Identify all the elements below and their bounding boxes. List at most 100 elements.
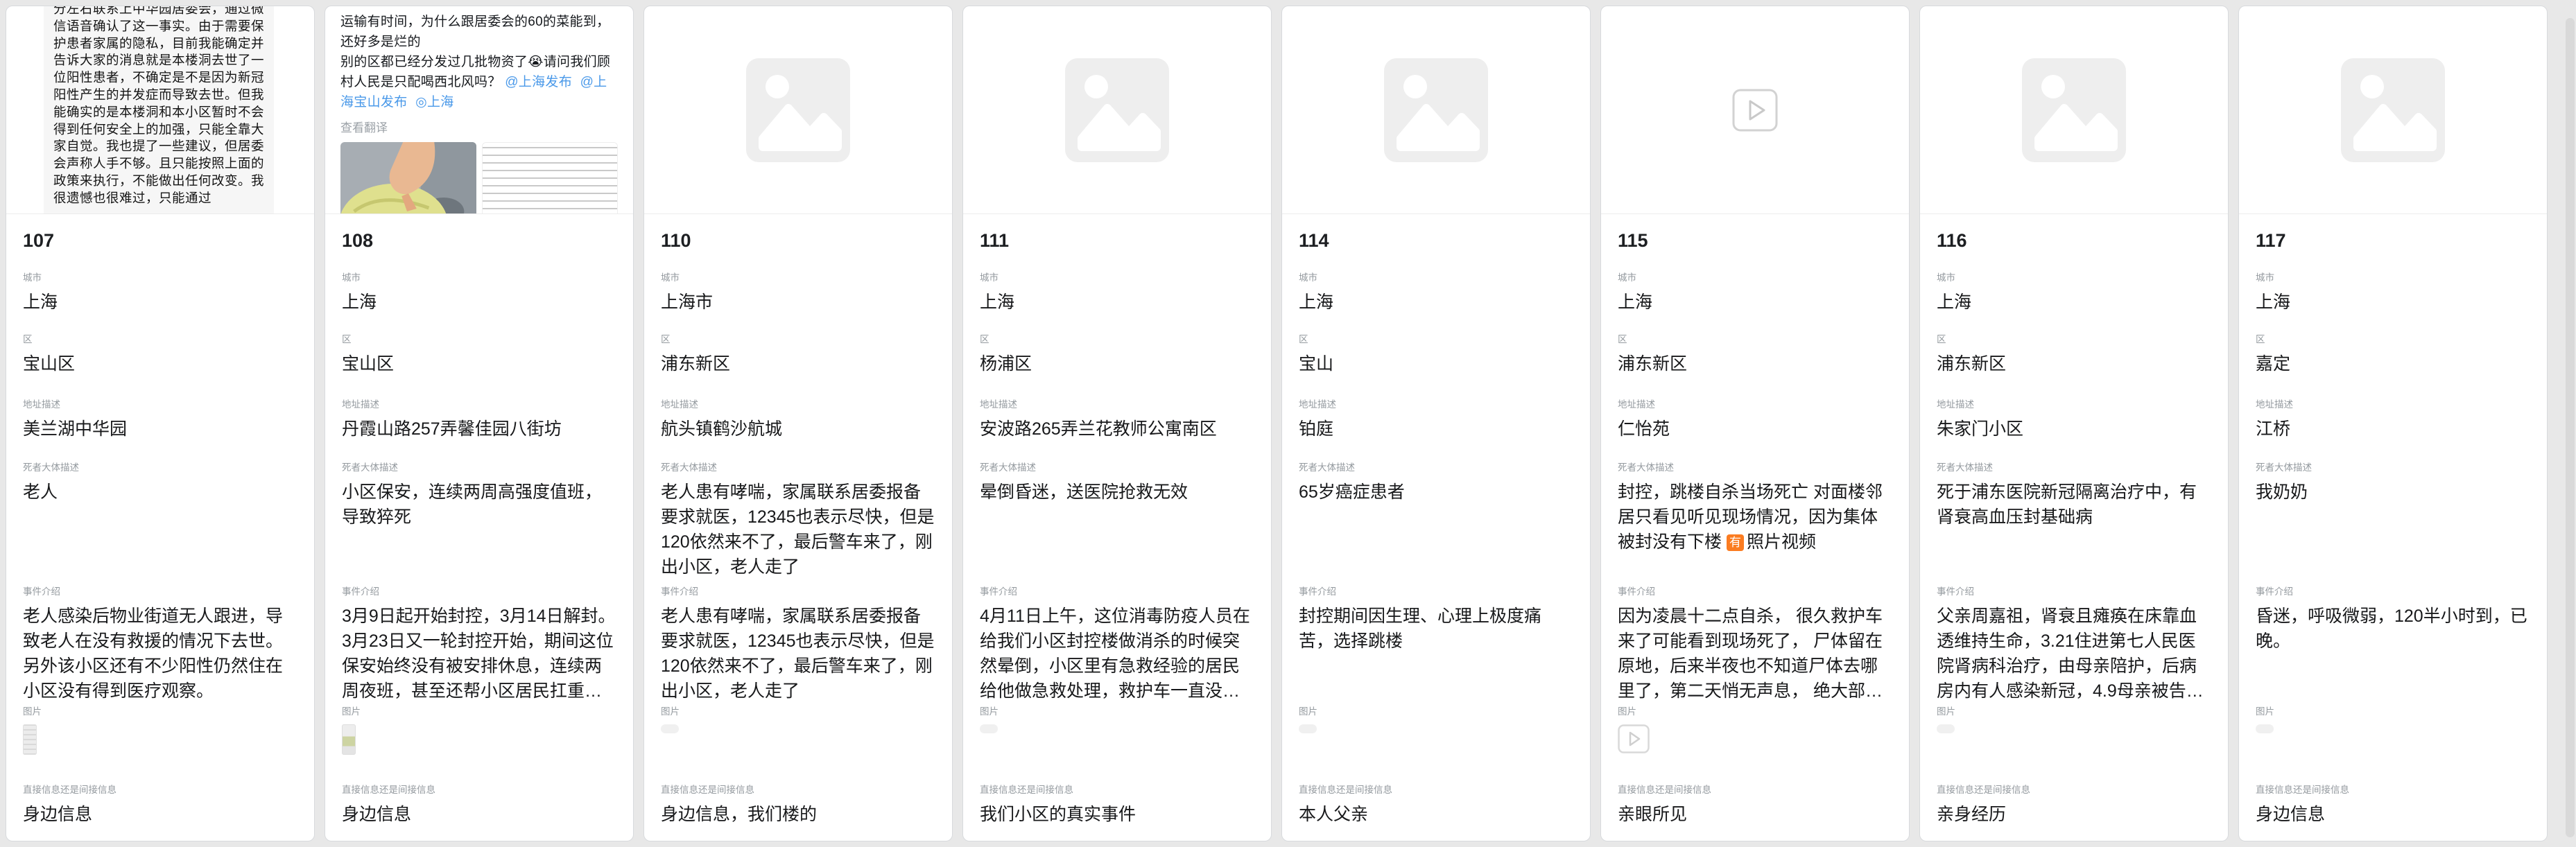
field-label: 图片 — [1299, 706, 1573, 717]
record-card[interactable]: 110 城市 上海市 区 浦东新区 地址描述 航头镇鹤沙航城 死者大体描述 老人… — [643, 6, 953, 841]
field-district: 区 浦东新区 — [1618, 334, 1892, 399]
field-city: 城市 上海 — [1299, 272, 1573, 334]
field-info-type: 直接信息还是间接信息 身边信息 — [342, 785, 616, 827]
field-label: 事件介绍 — [342, 586, 616, 597]
wechat-message-screenshot: 分左右联系上中华园居委会，通过微信语音确认了这一事实。由于需要保护患者家属的隐私… — [44, 6, 274, 214]
field-event-description: 事件介绍 老人感染后物业街道无人跟进，导致老人在没有救援的情况下去世。另外该小区… — [23, 586, 297, 706]
record-id: 116 — [1937, 214, 2211, 252]
attachment-thumbnail[interactable] — [2256, 724, 2274, 733]
record-card[interactable]: 分左右联系上中华园居委会，通过微信语音确认了这一事实。由于需要保护患者家属的隐私… — [6, 6, 315, 841]
location-link[interactable]: ◎上海 — [415, 95, 453, 110]
field-label: 城市 — [1937, 272, 2211, 283]
image-placeholder — [1282, 6, 1590, 213]
card-fields: 114 城市 上海 区 宝山 地址描述 铂庭 死者大体描述 65岁癌症患者 事件… — [1282, 214, 1590, 841]
field-label: 地址描述 — [23, 399, 297, 410]
record-card[interactable]: 114 城市 上海 区 宝山 地址描述 铂庭 死者大体描述 65岁癌症患者 事件… — [1281, 6, 1591, 841]
field-value-city: 上海市 — [661, 290, 935, 315]
field-label: 城市 — [342, 272, 616, 283]
image-placeholder — [1920, 6, 2228, 213]
field-district: 区 嘉定 — [2256, 334, 2530, 399]
field-image: 图片 — [1618, 706, 1892, 785]
video-play-icon — [1732, 89, 1778, 132]
attachment-thumbnail[interactable] — [1937, 724, 1955, 733]
field-label: 直接信息还是间接信息 — [1618, 785, 1892, 796]
field-address: 地址描述 丹霞山路257弄馨佳园八街坊 — [342, 399, 616, 462]
record-id: 111 — [980, 214, 1254, 252]
field-label: 城市 — [2256, 272, 2530, 283]
card-media-area — [2239, 6, 2547, 214]
field-label: 地址描述 — [1937, 399, 2211, 410]
image-placeholder — [644, 6, 952, 213]
field-value-address: 江桥 — [2256, 417, 2530, 442]
field-event-description: 事件介绍 老人患有哮喘，家属联系居委报备要求就医，12345也表示尽快，但是12… — [661, 586, 935, 706]
record-card[interactable]: 111 城市 上海 区 杨浦区 地址描述 安波路265弄兰花教师公寓南区 死者大… — [962, 6, 1272, 841]
attachment-thumbnail[interactable] — [342, 724, 356, 755]
image-placeholder — [963, 6, 1271, 213]
record-id: 110 — [661, 214, 935, 252]
attachment-thumbnail[interactable] — [980, 724, 998, 733]
field-label: 图片 — [23, 706, 297, 717]
field-label: 城市 — [23, 272, 297, 283]
field-label: 直接信息还是间接信息 — [1937, 785, 2211, 796]
attachment-thumbnail[interactable] — [1299, 724, 1317, 733]
field-image: 图片 — [661, 706, 935, 785]
field-value-event: 3月9日起开始封控，3月14日解封。3月23日又一轮封控开始，期间这位保安始终没… — [342, 604, 616, 704]
field-image: 图片 — [980, 706, 1254, 785]
field-image: 图片 — [1937, 706, 2211, 785]
field-district: 区 宝山区 — [342, 334, 616, 399]
field-value-address: 美兰湖中华园 — [23, 417, 297, 442]
attachment-thumbnail[interactable] — [661, 724, 679, 733]
image-placeholder-icon — [1384, 58, 1488, 162]
field-label: 区 — [2256, 334, 2530, 345]
field-victim-description: 死者大体描述 65岁癌症患者 — [1299, 462, 1573, 586]
field-label: 图片 — [1937, 706, 2211, 717]
field-district: 区 浦东新区 — [1937, 334, 2211, 399]
field-value-event: 4月11日上午，这位消毒防疫人员在给我们小区封控楼做消杀的时候突然晕倒，小区里有… — [980, 604, 1254, 704]
field-value-district: 浦东新区 — [1618, 351, 1892, 376]
card-fields: 108 城市 上海 区 宝山区 地址描述 丹霞山路257弄馨佳园八街坊 死者大体… — [325, 214, 633, 841]
view-translation-link[interactable]: 查看翻译 — [340, 118, 618, 135]
record-card[interactable]: 117 城市 上海 区 嘉定 地址描述 江桥 死者大体描述 我奶奶 事件介绍 昏… — [2238, 6, 2548, 841]
video-attachment-thumbnail[interactable] — [1618, 724, 1650, 753]
field-label: 城市 — [661, 272, 935, 283]
crying-emoji: 😭 — [528, 55, 544, 69]
tweet-text: 运输有时间，为什么跟居委会的60的菜能到，还好多是烂的 别的区都已经分发过几批物… — [340, 12, 618, 112]
field-value-district: 宝山区 — [342, 351, 616, 376]
card-media-area — [963, 6, 1271, 214]
field-victim-description: 死者大体描述 死于浦东医院新冠隔离治疗中，有肾衰高血压封基础病 — [1937, 462, 2211, 586]
field-value-victim: 老人 — [23, 480, 297, 505]
field-label: 地址描述 — [1618, 399, 1892, 410]
field-label: 死者大体描述 — [661, 462, 935, 473]
field-value-event: 老人患有哮喘，家属联系居委报备要求就医，12345也表示尽快，但是120依然来不… — [661, 604, 935, 704]
mention-link[interactable]: @上海发布 — [505, 75, 572, 89]
field-victim-description: 死者大体描述 小区保安，连续两周高强度值班，导致猝死 — [342, 462, 616, 586]
record-card[interactable]: 116 城市 上海 区 浦东新区 地址描述 朱家门小区 死者大体描述 死于浦东医… — [1919, 6, 2229, 841]
field-info-type: 直接信息还是间接信息 亲眼所见 — [1618, 785, 1892, 827]
field-value-victim: 死于浦东医院新冠隔离治疗中，有肾衰高血压封基础病 — [1937, 480, 2211, 530]
field-city: 城市 上海 — [2256, 272, 2530, 334]
field-address: 地址描述 美兰湖中华园 — [23, 399, 297, 462]
field-label: 事件介绍 — [2256, 586, 2530, 597]
card-fields: 115 城市 上海 区 浦东新区 地址描述 仁怡苑 死者大体描述 封控，跳楼自杀… — [1601, 214, 1909, 841]
field-info-type: 直接信息还是间接信息 身边信息 — [23, 785, 297, 827]
image-placeholder-icon — [1065, 58, 1169, 162]
field-label: 事件介绍 — [661, 586, 935, 597]
field-victim-description: 死者大体描述 老人患有哮喘，家属联系居委报备要求就医，12345也表示尽快，但是… — [661, 462, 935, 586]
record-card[interactable]: 运输有时间，为什么跟居委会的60的菜能到，还好多是烂的 别的区都已经分发过几批物… — [325, 6, 634, 841]
field-info-type: 直接信息还是间接信息 身边信息，我们楼的 — [661, 785, 935, 827]
vertical-scrollbar[interactable] — [2566, 18, 2575, 837]
card-media-area — [1601, 6, 1909, 214]
field-address: 地址描述 仁怡苑 — [1618, 399, 1892, 462]
attachment-thumbnail[interactable] — [23, 724, 37, 755]
field-label: 直接信息还是间接信息 — [342, 785, 616, 796]
field-victim-description: 死者大体描述 我奶奶 — [2256, 462, 2530, 586]
card-media-area: 运输有时间，为什么跟居委会的60的菜能到，还好多是烂的 别的区都已经分发过几批物… — [325, 6, 633, 214]
card-media-area: 分左右联系上中华园居委会，通过微信语音确认了这一事实。由于需要保护患者家属的隐私… — [6, 6, 314, 214]
field-value-address: 仁怡苑 — [1618, 417, 1892, 442]
record-card[interactable]: 115 城市 上海 区 浦东新区 地址描述 仁怡苑 死者大体描述 封控，跳楼自杀… — [1600, 6, 1910, 841]
field-label: 直接信息还是间接信息 — [1299, 785, 1573, 796]
field-image: 图片 — [1299, 706, 1573, 785]
card-media-area — [644, 6, 952, 214]
field-image: 图片 — [342, 706, 616, 785]
field-value-address: 航头镇鹤沙航城 — [661, 417, 935, 442]
